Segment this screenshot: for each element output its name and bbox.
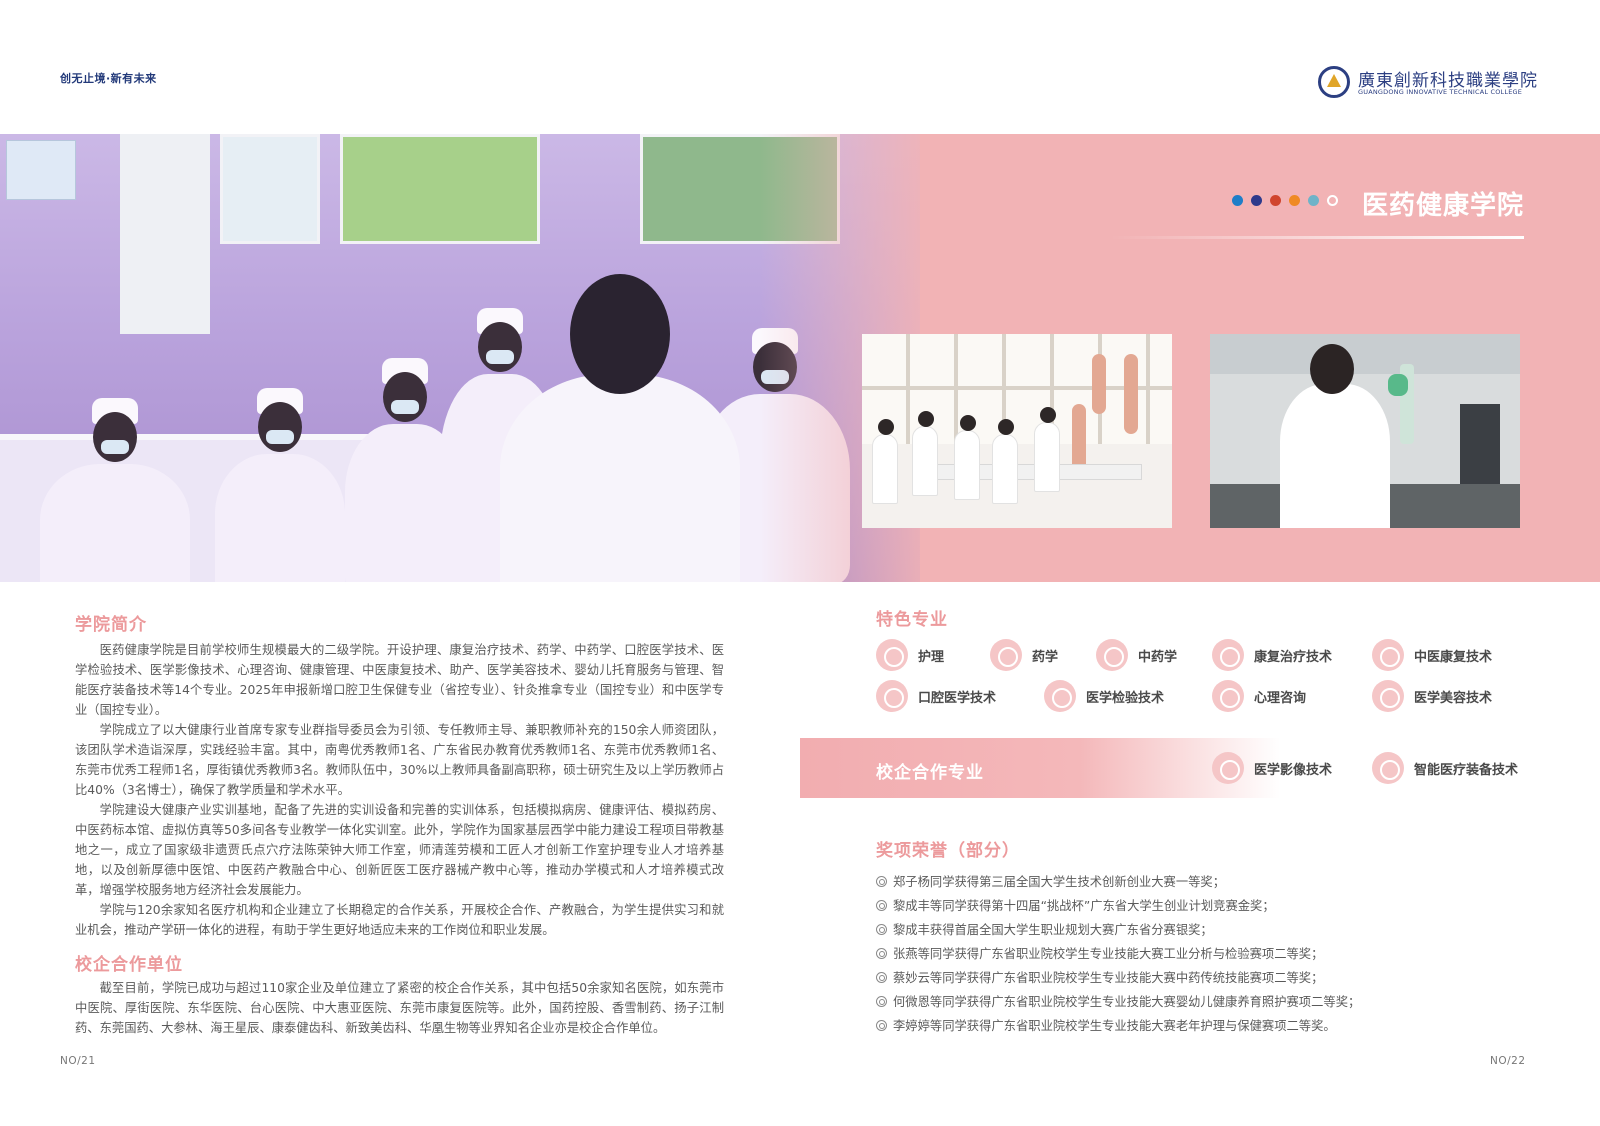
partners-paragraph: 截至目前，学院已成功与超过110家企业及单位建立了紧密的校企合作关系，其中包括5… (75, 981, 724, 1035)
student-figure (1034, 407, 1060, 492)
window (220, 134, 320, 244)
intro-paragraph: 学院与120余家知名医疗机构和企业建立了长期稳定的合作关系，开展校企合作、产教融… (75, 903, 724, 937)
award-item: 黎成丰获得首届全国大学生职业规划大赛广东省分赛银奖； (876, 918, 1536, 942)
award-item: 张燕等同学获得广东省职业院校学生专业技能大赛工业分析与检验赛项二等奖； (876, 942, 1536, 966)
award-item: 李婷婷等同学获得广东省职业院校学生专业技能大赛老年护理与保健赛项二等奖。 (876, 1014, 1536, 1038)
title-underline (1110, 236, 1524, 239)
awards-list: 郑子杨同学获得第三届全国大学生技术创新创业大赛一等奖； 黎成丰等同学获得第十四届… (876, 870, 1536, 1038)
logo-english-name: GUANGDONG INNOVATIVE TECHNICAL COLLEGE (1358, 88, 1523, 96)
wheelchair-icon (1212, 639, 1244, 671)
partners-heading: 校企合作单位 (75, 955, 183, 975)
lab-equipment (1460, 404, 1500, 484)
circle-bullet-icon (876, 924, 887, 935)
intro-paragraph: 学院建设大健康产业实训基地，配备了先进的实训设备和完善的实训体系，包括模拟病房、… (75, 803, 724, 897)
meditation-icon (1372, 639, 1404, 671)
circle-bullet-icon (876, 972, 887, 983)
glove (1388, 374, 1408, 396)
partners-text: 截至目前，学院已成功与超过110家企业及单位建立了紧密的校企合作关系，其中包括5… (75, 978, 724, 1038)
award-item: 黎成丰等同学获得第十四届“挑战杯”广东省大学生创业计划竞赛金奖； (876, 894, 1536, 918)
featured-heading: 特色专业 (876, 610, 948, 630)
cabinet (120, 134, 210, 334)
herb-bowl-icon (1096, 639, 1128, 671)
color-dot (1270, 195, 1281, 206)
face-icon (1372, 680, 1404, 712)
circle-bullet-icon (876, 876, 887, 887)
color-dot (1327, 195, 1338, 206)
student-figure (872, 419, 898, 504)
tooth-icon (876, 680, 908, 712)
college-logo: 廣東創新科技職業學院 GUANGDONG INNOVATIVE TECHNICA… (1318, 64, 1537, 100)
flask-icon (1044, 680, 1076, 712)
slogan: 创无止境·新有未来 (60, 72, 157, 85)
intro-text: 医药健康学院是目前学校师生规模最大的二级学院。开设护理、康复治疗技术、药学、中药… (75, 640, 724, 940)
gear-heart-icon (1372, 752, 1404, 784)
circle-bullet-icon (876, 948, 887, 959)
intro-paragraph: 医药健康学院是目前学校师生规模最大的二级学院。开设护理、康复治疗技术、药学、中药… (75, 643, 724, 717)
student-figure (992, 419, 1018, 504)
intro-paragraph: 学院成立了以大健康行业首席专家专业群指导委员会为引领、专任教师主导、兼职教师补充… (75, 723, 724, 797)
circle-bullet-icon (876, 900, 887, 911)
student-figure (500, 274, 740, 582)
student-figure (954, 415, 980, 500)
wall-poster (6, 140, 76, 200)
circle-bullet-icon (876, 996, 887, 1007)
heart-icon (1212, 680, 1244, 712)
lab-shelf (1210, 334, 1520, 374)
anatomy-lab-photo (862, 334, 1172, 528)
lungs-icon (1212, 752, 1244, 784)
circle-bullet-icon (876, 1020, 887, 1031)
award-item: 郑子杨同学获得第三届全国大学生技术创新创业大赛一等奖； (876, 870, 1536, 894)
student-figure (912, 411, 938, 496)
color-dot (1308, 195, 1319, 206)
window (340, 134, 540, 244)
page-number-left: NO/21 (60, 1055, 96, 1067)
nurse-figure (215, 388, 345, 582)
intro-heading: 学院简介 (75, 615, 147, 635)
award-item: 何微恩等同学获得广东省职业院校学生专业技能大赛婴幼儿健康养育照护赛项二等奖； (876, 990, 1536, 1014)
award-item: 蔡妙云等同学获得广东省职业院校学生专业技能大赛中药传统技能赛项二等奖； (876, 966, 1536, 990)
color-dot (1232, 195, 1243, 206)
heart-hands-icon (876, 639, 908, 671)
college-emblem-icon (1318, 66, 1350, 98)
color-dot (1251, 195, 1262, 206)
nurse-figure (40, 398, 190, 582)
color-dot (1289, 195, 1300, 206)
awards-heading: 奖项荣誉（部分） (876, 841, 1020, 861)
anatomy-model (1092, 354, 1106, 414)
page-number-right: NO/22 (1490, 1055, 1526, 1067)
anatomy-model (1124, 354, 1138, 434)
pill-icon (990, 639, 1022, 671)
chemistry-lab-photo (1210, 334, 1520, 528)
student-figure (1280, 344, 1390, 528)
cooperation-heading: 校企合作专业 (876, 763, 984, 783)
section-title: 医药健康学院 (1362, 191, 1525, 221)
